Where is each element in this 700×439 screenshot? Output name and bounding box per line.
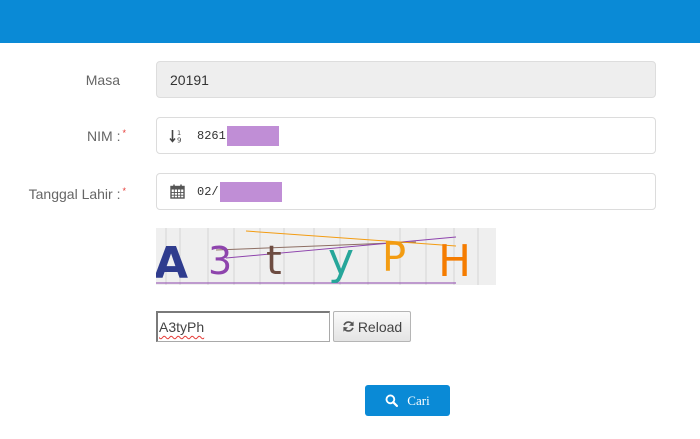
masa-label: Masa xyxy=(60,72,120,88)
nim-required-mark: * xyxy=(122,128,126,138)
masa-field[interactable]: 20191 xyxy=(156,61,656,98)
captcha-letter: P xyxy=(382,235,406,281)
search-icon xyxy=(385,394,399,407)
nim-field[interactable]: 1 9 8261 xyxy=(156,117,656,154)
tanggal-lahir-label-text: Tanggal Lahir : xyxy=(28,186,121,202)
tanggal-lahir-redaction xyxy=(219,181,282,202)
search-button[interactable]: Cari xyxy=(365,385,450,416)
sort-numeric-icon: 1 9 xyxy=(169,128,185,144)
captcha-letter: 3 xyxy=(208,239,232,283)
captcha-graphic: A3tyPH xyxy=(156,228,496,285)
nim-label: NIM : * xyxy=(40,128,126,144)
reload-button[interactable]: Reload xyxy=(333,311,411,342)
svg-text:9: 9 xyxy=(177,136,181,144)
nim-label-text: NIM : xyxy=(87,128,121,144)
tanggal-lahir-field[interactable]: 02/ xyxy=(156,173,656,210)
tanggal-lahir-label: Tanggal Lahir : * xyxy=(8,186,126,202)
page: Masa 20191 NIM : * 1 9 8261 Tanggal Lahir… xyxy=(0,0,700,439)
captcha-letter: t xyxy=(266,238,282,284)
tanggal-lahir-value: 02/ xyxy=(197,184,219,199)
captcha-image: A3tyPH xyxy=(156,228,496,285)
search-button-label: Cari xyxy=(407,392,430,408)
header-bar xyxy=(0,0,700,43)
calendar-icon xyxy=(169,184,185,200)
nim-value: 8261 xyxy=(197,128,226,143)
tanggal-lahir-required-mark: * xyxy=(122,186,126,196)
captcha-input-value: A3tyPh xyxy=(159,319,205,335)
captcha-letter: A xyxy=(156,238,188,285)
masa-label-text: Masa xyxy=(85,72,120,88)
captcha-letter: H xyxy=(438,236,471,285)
captcha-letter: y xyxy=(328,234,354,285)
captcha-input[interactable]: A3tyPh xyxy=(156,311,330,342)
nim-redaction xyxy=(226,125,279,146)
refresh-icon xyxy=(342,320,355,333)
masa-value: 20191 xyxy=(170,71,209,88)
reload-button-label: Reload xyxy=(357,318,403,335)
